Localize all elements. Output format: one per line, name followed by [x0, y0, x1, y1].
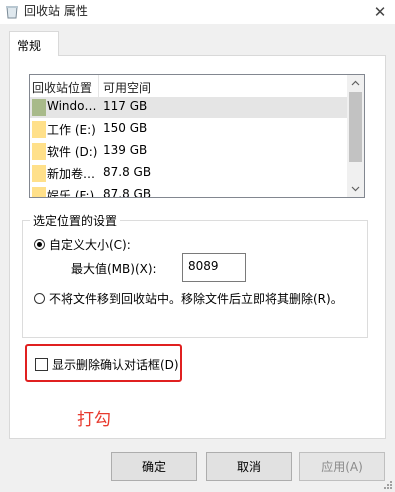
annotation-text: 打勾: [77, 410, 111, 430]
ok-button[interactable]: 确定: [111, 452, 197, 481]
group-title: 选定位置的设置: [30, 212, 121, 229]
location-name: 新加卷…: [47, 167, 96, 181]
folder-icon: [32, 187, 46, 197]
vertical-scrollbar[interactable]: [347, 75, 364, 197]
max-size-label: 最大值(MB)(X):: [71, 262, 157, 276]
list-item[interactable]: 软件 (D:) 139 GB: [30, 141, 348, 162]
list-item[interactable]: Windo… 117 GB: [30, 97, 348, 118]
column-header-location[interactable]: 回收站位置: [32, 79, 92, 96]
free-space: 87.8 GB: [103, 165, 152, 179]
delete-immediately-radio[interactable]: [34, 293, 45, 304]
location-name: 工作 (E:): [47, 123, 96, 137]
close-button[interactable]: ✕: [365, 0, 395, 24]
free-space: 139 GB: [103, 143, 148, 157]
chevron-down-icon: [351, 186, 360, 192]
list-item[interactable]: 娱乐 (F:) 87.8 GB: [30, 185, 348, 198]
location-name: Windo…: [47, 99, 97, 113]
list-header: 回收站位置 可用空间: [30, 75, 348, 97]
list-item[interactable]: 工作 (E:) 150 GB: [30, 119, 348, 140]
custom-size-radio[interactable]: [34, 239, 45, 250]
chevron-up-icon: [351, 80, 360, 86]
custom-size-label[interactable]: 自定义大小(C):: [49, 236, 131, 253]
folder-icon: [32, 165, 46, 182]
column-divider[interactable]: [98, 75, 99, 97]
free-space: 150 GB: [103, 121, 148, 135]
close-icon: ✕: [373, 3, 387, 21]
resize-grip-icon[interactable]: [383, 480, 393, 490]
max-size-input[interactable]: 8089: [182, 253, 246, 282]
folder-icon: [32, 143, 46, 160]
recycle-bin-location-list[interactable]: 回收站位置 可用空间 Windo… 117 GB 工作 (E:) 150 GB …: [29, 74, 365, 198]
scroll-down-button[interactable]: [347, 181, 364, 197]
scroll-up-button[interactable]: [347, 75, 364, 91]
title-bar: 回收站 属性 ✕: [0, 0, 395, 24]
recycle-bin-icon: [6, 6, 18, 19]
annotation-highlight-box: [25, 344, 182, 382]
free-space: 117 GB: [103, 99, 148, 113]
apply-button[interactable]: 应用(A): [299, 452, 385, 481]
list-item[interactable]: 新加卷… 87.8 GB: [30, 163, 348, 184]
free-space: 87.8 GB: [103, 187, 152, 198]
scroll-thumb[interactable]: [349, 92, 362, 162]
location-name: 软件 (D:): [47, 145, 97, 159]
drive-icon: [32, 99, 46, 116]
tab-general-label: 常规: [17, 39, 42, 53]
max-size-value: 8089: [188, 259, 219, 273]
window-title: 回收站 属性: [24, 4, 88, 18]
location-name: 娱乐 (F:): [47, 189, 95, 198]
cancel-button[interactable]: 取消: [206, 452, 292, 481]
delete-immediately-label[interactable]: 不将文件移到回收站中。移除文件后立即将其删除(R)。: [49, 290, 343, 307]
folder-icon: [32, 121, 46, 138]
tab-general[interactable]: 常规: [9, 31, 59, 56]
column-header-free-space[interactable]: 可用空间: [103, 79, 151, 96]
